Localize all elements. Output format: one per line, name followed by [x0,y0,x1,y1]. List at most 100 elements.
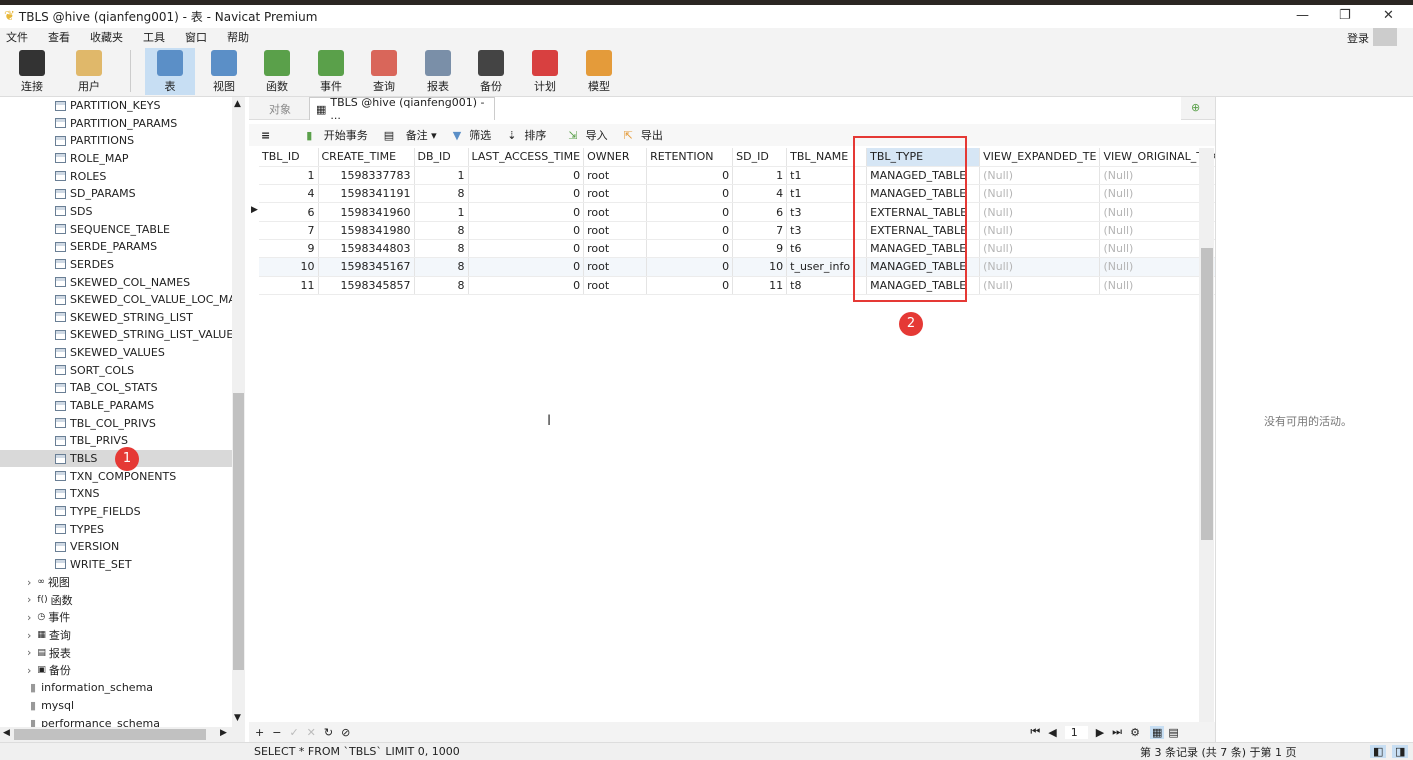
table-cell[interactable]: root [583,166,648,186]
menu-item[interactable]: 工具 [143,29,165,45]
expand-chevron-icon[interactable]: › [27,576,31,589]
tree-group[interactable]: › ∞ 视图 [27,574,70,591]
table-cell[interactable]: (Null) [979,257,1101,277]
table-cell[interactable]: 0 [468,184,585,204]
table-cell[interactable]: (Null) [979,202,1101,222]
table-cell[interactable]: 8 [414,239,469,259]
tree-item-table[interactable]: SKEWED_STRING_LIST_VALUES [55,326,240,343]
tree-item-table[interactable]: SKEWED_COL_NAMES [55,274,190,291]
table-cell[interactable]: 0 [646,221,734,240]
toolbar-query-button[interactable]: 查询 [359,48,409,95]
table-cell[interactable]: 7 [259,221,319,240]
table-cell[interactable]: 0 [468,257,585,277]
tree-item-table[interactable]: TABLE_PARAMS [55,397,154,414]
table-cell[interactable]: 1 [414,202,469,222]
tree-group[interactable]: › ▦ 查询 [27,627,71,644]
expand-chevron-icon[interactable]: › [27,611,31,624]
panel-left-icon[interactable]: ◧ [1370,745,1387,758]
table-cell[interactable]: 8 [414,257,469,277]
table-row[interactable]: 1 1598337783 1 0 root 0 1 t1 MANAGED_TABLE (Null)… [259,166,1222,186]
table-cell[interactable]: 0 [646,276,734,295]
scroll-down-icon[interactable]: ▼ [234,713,241,723]
tree-item-table[interactable]: SORT_COLS [55,362,134,379]
table-cell[interactable]: (Null) [979,276,1101,295]
tree-item-table[interactable]: VERSION [55,538,119,555]
table-cell[interactable]: 1598345167 [318,257,415,277]
tree-database[interactable]: ▮ mysql [30,697,74,714]
grid-view-icon[interactable]: ▦ [1149,725,1165,739]
toolbar-connection-button[interactable]: 连接 [7,48,57,95]
grid-scroll-thumb[interactable] [1201,248,1213,540]
table-cell[interactable]: 1598345857 [318,276,415,295]
table-cell[interactable]: root [583,202,648,222]
toolbar-schedule-button[interactable]: 计划 [520,48,570,95]
table-cell[interactable]: 9 [732,239,788,259]
table-cell[interactable]: 1598344803 [318,239,415,259]
panel-right-icon[interactable]: ◨ [1392,745,1409,758]
apply-icon[interactable]: ✓ [289,726,298,739]
toolbar-model-button[interactable]: 模型 [574,48,624,95]
tree-item-table[interactable]: PARTITION_KEYS [55,97,160,114]
table-cell[interactable]: 10 [259,257,319,277]
prev-page-icon[interactable]: ◀ [1048,726,1056,739]
table-cell[interactable]: 11 [259,276,319,295]
table-cell[interactable]: 0 [468,221,585,240]
column-header[interactable]: DB_ID [414,148,469,167]
tree-hscroll-thumb[interactable] [14,729,206,740]
new-tab-icon[interactable]: ⊕ [1191,101,1200,114]
import-button[interactable]: ⇲ 导入 [560,127,607,143]
tree-item-table[interactable]: SDS [55,203,92,220]
tree-group[interactable]: › ▤ 报表 [27,644,71,661]
tree-item-table[interactable]: TBL_PRIVS [55,432,128,449]
refresh-icon[interactable]: ↻ [324,726,333,739]
column-header[interactable]: LAST_ACCESS_TIME [468,148,585,167]
tree-item-table[interactable]: TAB_COL_STATS [55,379,158,396]
stop-icon[interactable]: ⊘ [341,726,350,739]
login-link[interactable]: 登录 [1347,30,1369,46]
tree-group[interactable]: › ◷ 事件 [27,609,70,626]
toolbar-user-button[interactable]: 用户 [64,48,114,95]
tab-objects[interactable]: 对象 [263,97,297,120]
minimize-button[interactable]: — [1296,8,1309,23]
begin-transaction-button[interactable]: ▮ 开始事务 [298,127,368,143]
scroll-right-icon[interactable]: ▶ [220,728,227,738]
table-cell[interactable]: 0 [646,239,734,259]
tree-database[interactable]: ▮ performance_schema [30,715,160,727]
tree-item-table[interactable]: SKEWED_STRING_LIST [55,309,193,326]
table-cell[interactable]: 1598341960 [318,202,415,222]
table-cell[interactable]: 1598341191 [318,184,415,204]
table-row[interactable]: 10 1598345167 8 0 root 0 10 t_user_info MANAGED_… [259,257,1222,277]
tree-item-table[interactable]: SD_PARAMS [55,185,136,202]
table-cell[interactable]: 0 [646,166,734,186]
table-cell[interactable]: (Null) [979,239,1101,259]
column-header[interactable]: SD_ID [732,148,788,167]
table-cell[interactable]: 1 [414,166,469,186]
tree-scroll-thumb[interactable] [233,393,244,670]
sort-button[interactable]: ⇣ 排序 [499,127,546,143]
table-row[interactable]: 11 1598345857 8 0 root 0 11 t8 MANAGED_TABLE (Nul… [259,276,1222,295]
table-cell[interactable]: root [583,239,648,259]
table-cell[interactable]: 0 [646,184,734,204]
table-cell[interactable]: root [583,257,648,277]
table-cell[interactable]: 0 [468,166,585,186]
menu-item[interactable]: 查看 [48,29,70,45]
table-cell[interactable]: 6 [732,202,788,222]
table-cell[interactable]: root [583,276,648,295]
tree-item-table[interactable]: SEQUENCE_TABLE [55,221,170,238]
table-row[interactable]: 6 1598341960 1 0 root 0 6 t3 EXTERNAL_TABLE (Null… [259,202,1222,222]
tree-group[interactable]: › f() 函数 [27,591,73,608]
delete-record-icon[interactable]: − [272,726,281,739]
tree-item-table[interactable]: TYPES [55,521,104,538]
tree-database[interactable]: ▮ information_schema [30,679,153,696]
table-cell[interactable]: 4 [732,184,788,204]
filter-button[interactable]: ▼ 筛选 [445,127,491,143]
toolbar-table-button[interactable]: 表 [145,48,195,95]
close-button[interactable]: ✕ [1383,8,1394,23]
toolbar-function-button[interactable]: 函数 [252,48,302,95]
discard-icon[interactable]: ✕ [307,726,316,739]
first-page-icon[interactable]: ⏮ [1030,725,1040,739]
scroll-left-icon[interactable]: ◀ [3,728,10,738]
table-cell[interactable]: 0 [468,276,585,295]
table-cell[interactable]: 7 [732,221,788,240]
table-cell[interactable]: 9 [259,239,319,259]
